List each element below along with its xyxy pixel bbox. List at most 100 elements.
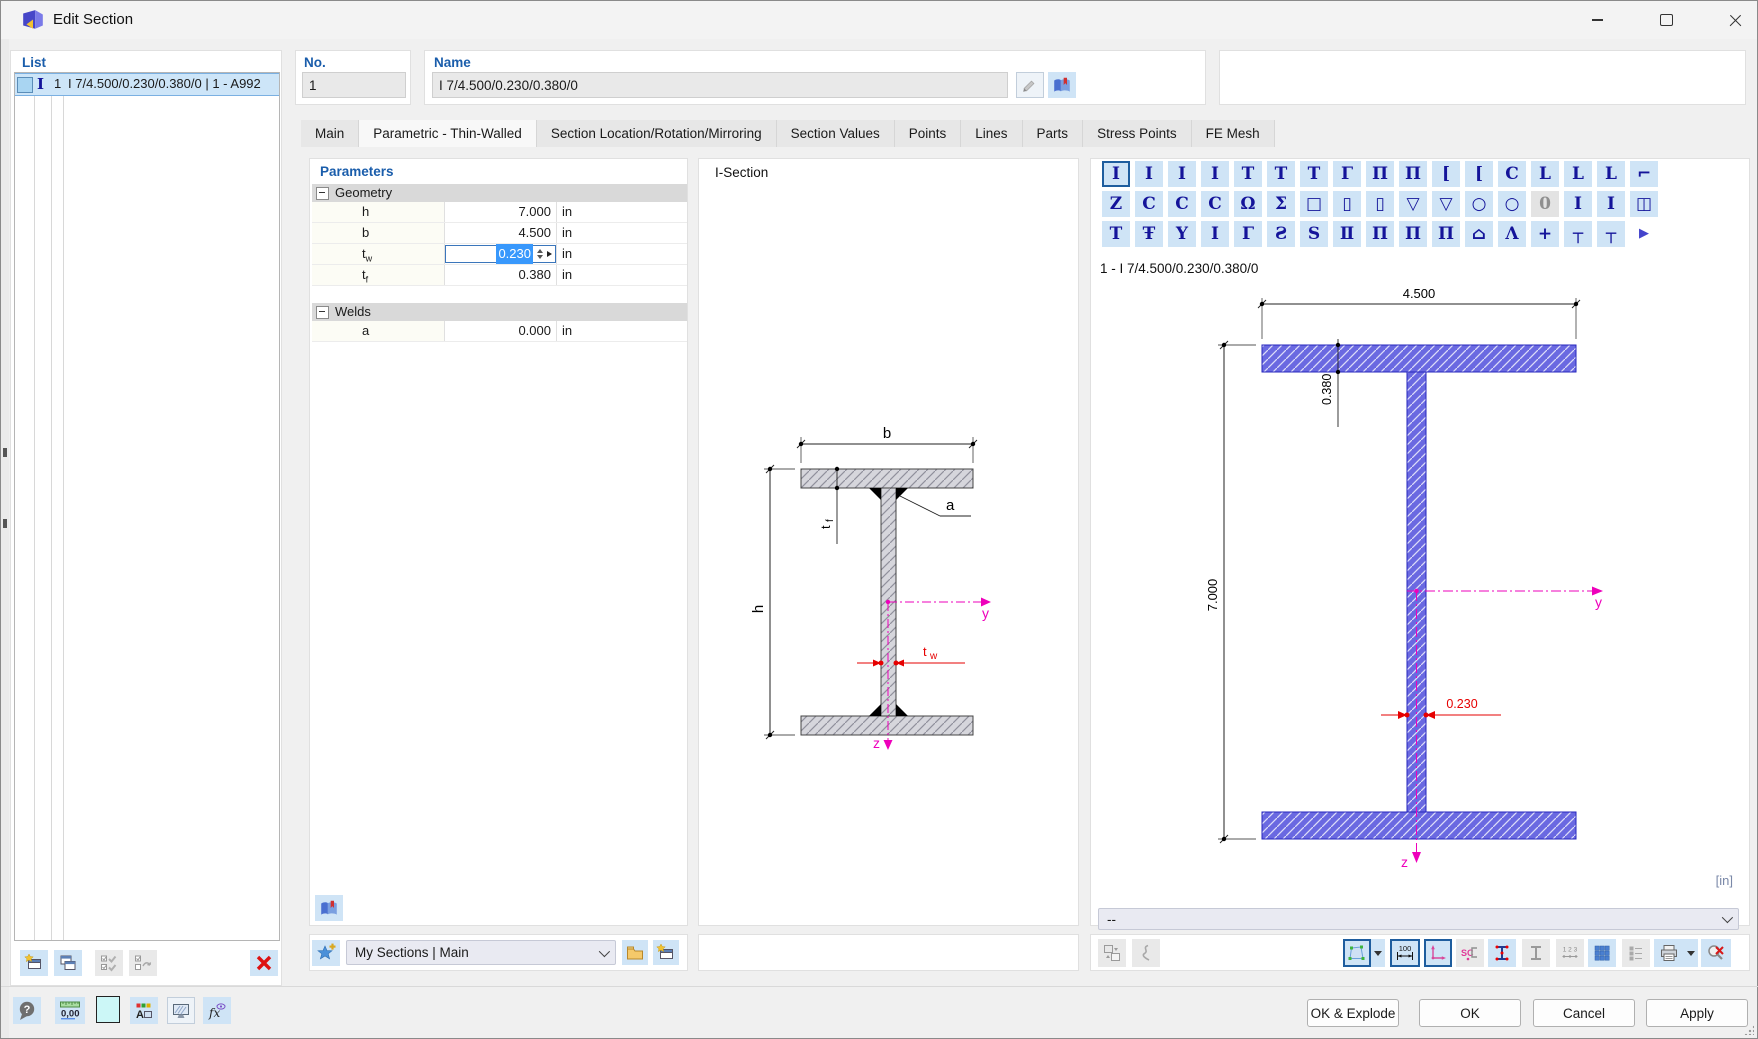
show-dimensions-button[interactable]: 100 [1390, 939, 1420, 967]
shear-center-button[interactable]: SC [1456, 939, 1484, 967]
param-row-b[interactable]: b 4.500 in [312, 223, 687, 244]
section-outline-button[interactable] [1522, 939, 1550, 967]
section-shape-icon[interactable]: ┬ [1597, 221, 1625, 247]
section-shape-icon[interactable]: I [1135, 161, 1163, 187]
section-shape-icon[interactable]: Π [1432, 221, 1460, 247]
param-row-tw[interactable]: tw 0.230 in [312, 244, 687, 265]
delete-section-button[interactable] [250, 950, 278, 976]
section-shape-icon[interactable]: C [1135, 191, 1163, 217]
table-view-button[interactable] [1588, 939, 1616, 967]
param-value[interactable]: 7.000 [445, 202, 557, 222]
rendering-button[interactable] [167, 997, 195, 1024]
tab-points[interactable]: Points [895, 120, 962, 147]
section-shape-icon[interactable]: Ŧ [1135, 221, 1163, 247]
left-splitter[interactable] [1, 39, 9, 1038]
section-shape-icon[interactable]: Ⅱ [1333, 221, 1361, 247]
section-shape-icon[interactable]: ◫ [1630, 191, 1658, 217]
show-axes-button[interactable] [1424, 939, 1452, 967]
section-shape-icon[interactable]: I [1201, 221, 1229, 247]
section-shape-icon[interactable]: ⌂ [1465, 221, 1493, 247]
section-shape-icon[interactable]: 0 [1531, 191, 1559, 217]
section-shape-icon[interactable]: [ [1432, 161, 1460, 187]
close-button[interactable] [1712, 1, 1758, 39]
section-shape-icon[interactable]: Π [1399, 161, 1427, 187]
section-shape-icon[interactable]: L [1531, 161, 1559, 187]
ok-button[interactable]: OK [1419, 999, 1521, 1027]
apply-button[interactable]: Apply [1646, 999, 1748, 1027]
print-button[interactable] [1654, 939, 1684, 967]
tab-parts[interactable]: Parts [1023, 120, 1084, 147]
section-shape-icon[interactable]: Σ [1267, 191, 1295, 217]
print-dropdown[interactable] [1684, 939, 1698, 967]
tab-section-location[interactable]: Section Location/Rotation/Mirroring [537, 120, 777, 147]
rename-button[interactable] [1016, 72, 1044, 98]
section-shape-icon[interactable]: ○ [1465, 191, 1493, 217]
section-shape-icon[interactable]: Y [1168, 221, 1196, 247]
section-shape-icon[interactable]: Π [1366, 221, 1394, 247]
no-input[interactable]: 1 [302, 72, 406, 98]
numbering-button[interactable]: 1 2 3 [1556, 939, 1584, 967]
section-shape-icon[interactable]: Ω [1234, 191, 1262, 217]
help-button[interactable]: ? [13, 997, 41, 1024]
collapse-icon[interactable] [316, 187, 329, 200]
section-shape-icon[interactable]: [ [1465, 161, 1493, 187]
section-shape-icon[interactable]: ▯ [1366, 191, 1394, 217]
section-shape-icon[interactable]: Π [1366, 161, 1394, 187]
section-shape-icon[interactable]: Π [1399, 221, 1427, 247]
color-swatch-button[interactable] [96, 996, 120, 1023]
section-shape-icon[interactable]: ○ [1498, 191, 1526, 217]
param-value[interactable]: 0.380 [445, 265, 557, 285]
param-value[interactable]: 0.000 [445, 321, 557, 341]
section-shape-icon[interactable]: L [1597, 161, 1625, 187]
spinner-icon[interactable] [537, 249, 543, 259]
section-shape-icon[interactable]: T [1102, 221, 1130, 247]
export-image-button[interactable] [1098, 939, 1126, 967]
new-favorite-button[interactable] [653, 940, 679, 965]
add-section-button[interactable] [20, 950, 48, 976]
section-shape-icon[interactable]: I [1102, 161, 1130, 187]
tab-main[interactable]: Main [301, 120, 359, 147]
stress-points-button[interactable] [1488, 939, 1516, 967]
section-shape-icon[interactable]: C [1201, 191, 1229, 217]
section-shape-icon[interactable]: ┬ [1564, 221, 1592, 247]
section-shape-icon[interactable]: □ [1300, 191, 1328, 217]
tab-fe-mesh[interactable]: FE Mesh [1192, 120, 1275, 147]
section-shape-icon[interactable]: L [1564, 161, 1592, 187]
formula-view-button[interactable]: fx [203, 997, 231, 1024]
section-shape-icon[interactable]: Γ [1234, 221, 1262, 247]
shape-outline-button[interactable] [1132, 939, 1160, 967]
group-row-welds[interactable]: Welds [312, 303, 687, 321]
ok-explode-button[interactable]: OK & Explode [1307, 999, 1399, 1027]
section-shape-icon[interactable]: ▽ [1399, 191, 1427, 217]
section-shape-icon[interactable]: Z [1102, 191, 1130, 217]
cancel-button[interactable]: Cancel [1533, 999, 1635, 1027]
section-shape-icon[interactable]: I [1597, 191, 1625, 217]
section-shape-icon[interactable]: I [1201, 161, 1229, 187]
param-row-h[interactable]: h 7.000 in [312, 202, 687, 223]
favorites-button[interactable] [312, 940, 340, 966]
param-row-a[interactable]: a 0.000 in [312, 321, 687, 342]
result-combo[interactable]: -- [1098, 908, 1739, 930]
section-shape-icon[interactable]: T [1300, 161, 1328, 187]
maximize-button[interactable] [1643, 1, 1689, 39]
section-list[interactable]: I 1 I 7/4.500/0.230/0.380/0 | 1 - A992 [14, 72, 280, 941]
section-shape-icon[interactable]: ▯ [1333, 191, 1361, 217]
tab-stress-points[interactable]: Stress Points [1083, 120, 1192, 147]
name-input[interactable]: I 7/4.500/0.230/0.380/0 [432, 72, 1008, 98]
tw-value-input[interactable]: 0.230 [445, 245, 556, 263]
open-library-button[interactable] [315, 895, 343, 921]
detail-arrow-icon[interactable] [547, 251, 552, 257]
render-mode-dropdown[interactable] [1371, 939, 1385, 967]
section-shape-icon[interactable]: C [1168, 191, 1196, 217]
param-value[interactable]: 4.500 [445, 223, 557, 243]
group-row-geometry[interactable]: Geometry [312, 184, 687, 202]
tab-parametric-thin-walled[interactable]: Parametric - Thin-Walled [359, 120, 537, 147]
minimize-button[interactable] [1574, 1, 1620, 39]
display-settings-button[interactable]: A [130, 997, 158, 1024]
shape-grid-more-icon[interactable]: ▶ [1630, 221, 1658, 247]
collapse-icon[interactable] [316, 306, 329, 319]
param-row-tf[interactable]: tf 0.380 in [312, 265, 687, 286]
section-shape-icon[interactable]: T [1234, 161, 1262, 187]
section-shape-icon[interactable]: + [1531, 221, 1559, 247]
section-shape-icon[interactable]: ▽ [1432, 191, 1460, 217]
